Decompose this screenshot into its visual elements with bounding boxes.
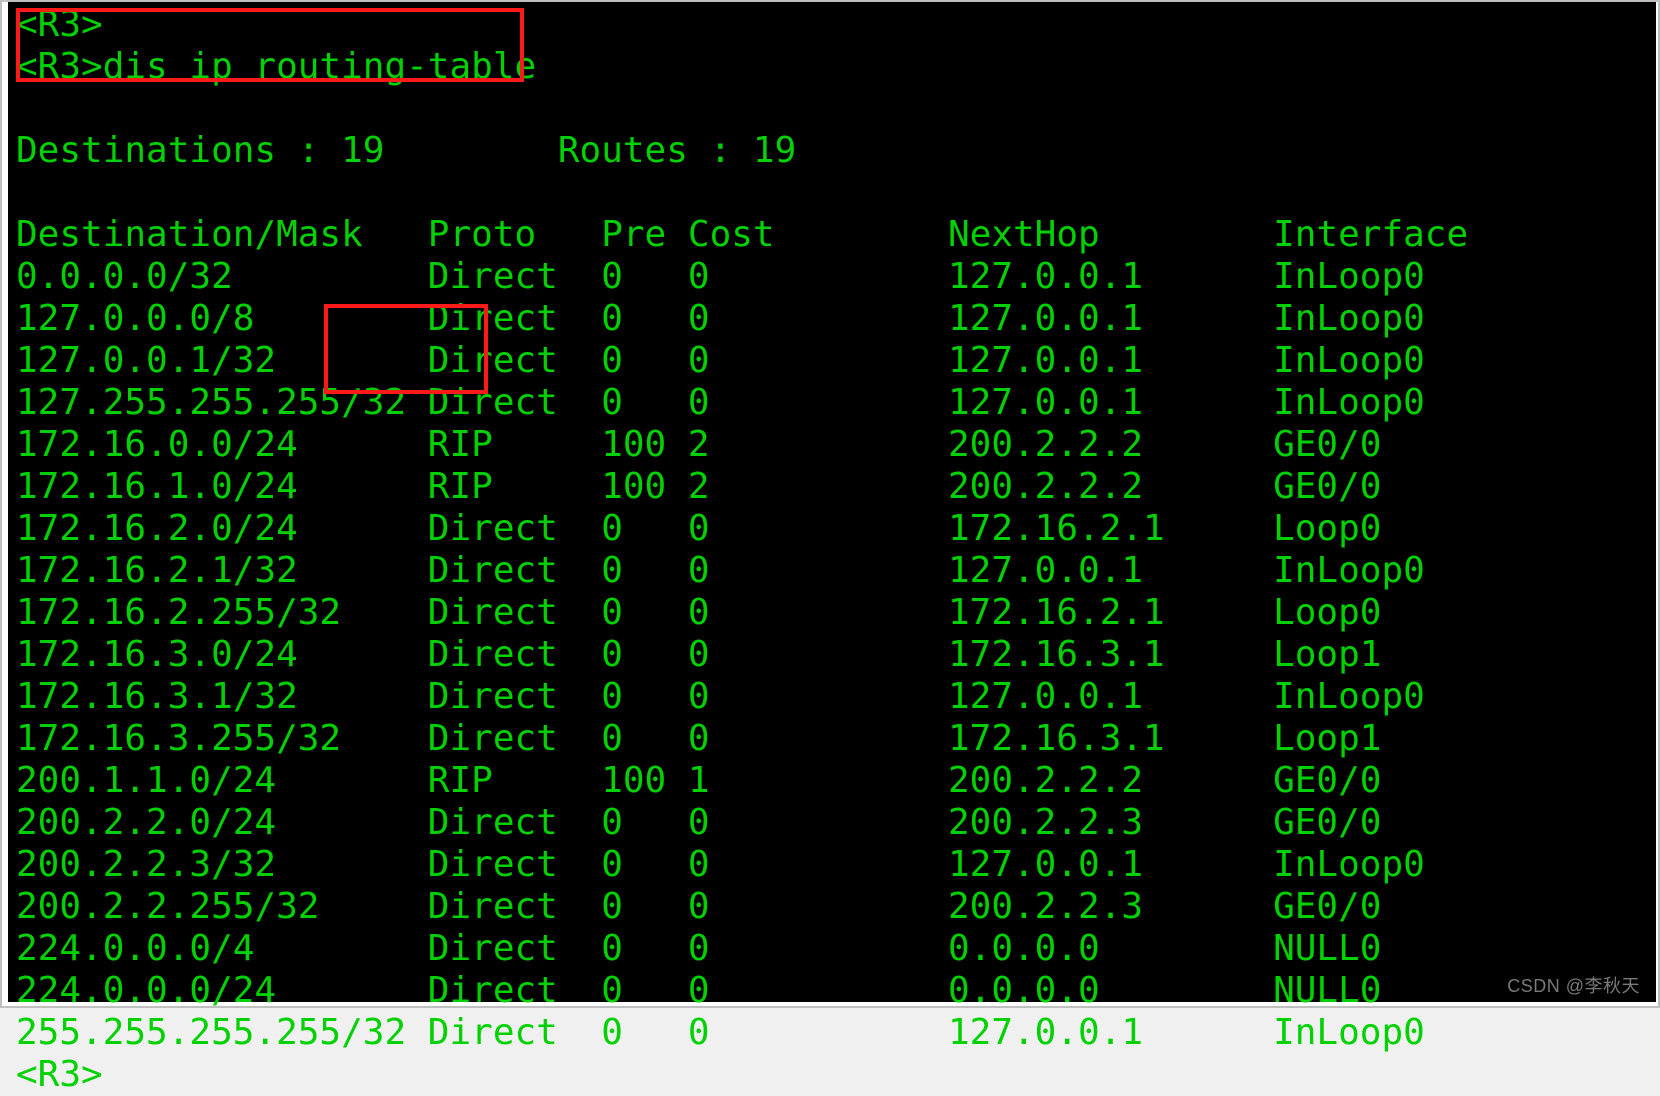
table-row: 172.16.2.1/32 Direct 0 0 127.0.0.1 InLoo…: [16, 550, 1656, 592]
summary-line: Destinations : 19 Routes : 19: [16, 130, 1656, 172]
table-row: 200.2.2.3/32 Direct 0 0 127.0.0.1 InLoop…: [16, 844, 1656, 886]
blank-line: [16, 88, 1656, 130]
table-row: 0.0.0.0/32 Direct 0 0 127.0.0.1 InLoop0: [16, 256, 1656, 298]
terminal-output[interactable]: <R3><R3>dis ip routing-table Destination…: [8, 2, 1656, 1002]
table-header: Destination/Mask Proto Pre Cost NextHop …: [16, 214, 1656, 256]
table-row: 172.16.3.1/32 Direct 0 0 127.0.0.1 InLoo…: [16, 676, 1656, 718]
command-line: <R3>dis ip routing-table: [16, 46, 1656, 88]
table-row: 127.255.255.255/32 Direct 0 0 127.0.0.1 …: [16, 382, 1656, 424]
table-row: 172.16.0.0/24 RIP 100 2 200.2.2.2 GE0/0: [16, 424, 1656, 466]
table-row: 172.16.2.255/32 Direct 0 0 172.16.2.1 Lo…: [16, 592, 1656, 634]
table-row: 200.1.1.0/24 RIP 100 1 200.2.2.2 GE0/0: [16, 760, 1656, 802]
table-row: 224.0.0.0/24 Direct 0 0 0.0.0.0 NULL0: [16, 970, 1656, 1012]
table-row: 172.16.1.0/24 RIP 100 2 200.2.2.2 GE0/0: [16, 466, 1656, 508]
table-row: 200.2.2.255/32 Direct 0 0 200.2.2.3 GE0/…: [16, 886, 1656, 928]
watermark-text: CSDN @李秋天: [1507, 972, 1640, 998]
table-row: 255.255.255.255/32 Direct 0 0 127.0.0.1 …: [16, 1012, 1656, 1054]
table-row: 172.16.3.255/32 Direct 0 0 172.16.3.1 Lo…: [16, 718, 1656, 760]
prompt-line: <R3>: [16, 4, 1656, 46]
table-row: 200.2.2.0/24 Direct 0 0 200.2.2.3 GE0/0: [16, 802, 1656, 844]
table-row: 127.0.0.1/32 Direct 0 0 127.0.0.1 InLoop…: [16, 340, 1656, 382]
blank-line: [16, 172, 1656, 214]
table-row: 224.0.0.0/4 Direct 0 0 0.0.0.0 NULL0: [16, 928, 1656, 970]
table-row: 127.0.0.0/8 Direct 0 0 127.0.0.1 InLoop0: [16, 298, 1656, 340]
table-row: 172.16.3.0/24 Direct 0 0 172.16.3.1 Loop…: [16, 634, 1656, 676]
window-frame: <R3><R3>dis ip routing-table Destination…: [0, 0, 1660, 1008]
table-row: 172.16.2.0/24 Direct 0 0 172.16.2.1 Loop…: [16, 508, 1656, 550]
prompt-line: <R3>: [16, 1054, 1656, 1096]
